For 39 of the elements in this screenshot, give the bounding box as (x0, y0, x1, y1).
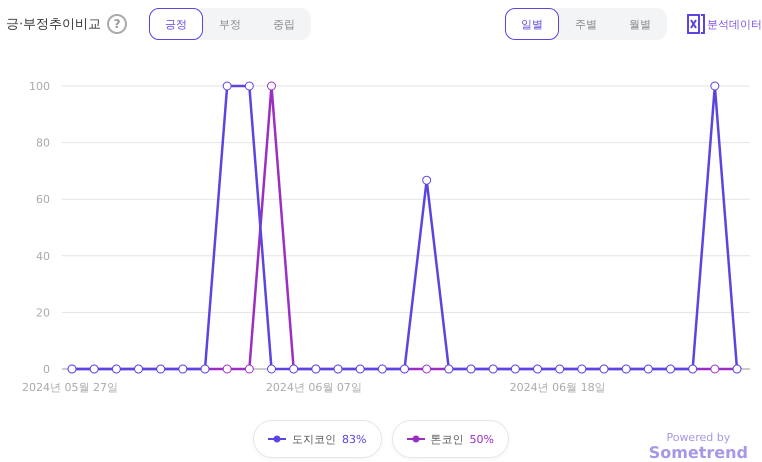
data-point (244, 82, 254, 90)
help-icon[interactable]: ? (107, 14, 128, 34)
sentiment-tab[interactable]: 부정 (203, 8, 258, 40)
data-point (422, 364, 432, 374)
data-point (222, 82, 232, 90)
chart-title: 긍·부정추이비교 (6, 16, 102, 33)
data-point (244, 364, 254, 374)
y-axis-label: 0 (43, 363, 50, 376)
period-tab[interactable]: 월별 (613, 8, 667, 40)
y-axis-label: 80 (36, 136, 50, 150)
period-tab[interactable]: 주별 (559, 8, 613, 40)
legend-label: 톤코인 (430, 432, 464, 446)
sentiment-tab[interactable]: 긍정 (149, 8, 204, 40)
period-tab[interactable]: 일별 (505, 8, 559, 40)
powered-by-text: Powered by (666, 431, 730, 444)
spreadsheet-icon (687, 13, 705, 35)
brand-logo: Sometrend (648, 444, 748, 462)
legend-share: 50% (470, 432, 494, 446)
export-link[interactable]: 분석데이터 (687, 13, 762, 35)
legend-item[interactable]: 톤코인 50% (392, 420, 509, 458)
y-axis-label: 20 (36, 306, 50, 320)
data-point (710, 364, 720, 374)
data-point (422, 176, 432, 185)
x-axis-label: 2024년 06월 07일 (266, 381, 362, 394)
sentiment-tab[interactable]: 중립 (257, 8, 312, 40)
data-point (222, 364, 232, 374)
legend-marker-icon (268, 435, 286, 443)
y-axis-label: 40 (36, 250, 50, 263)
x-axis-label: 2024년 06월 18일 (510, 381, 606, 394)
legend-item[interactable]: 도지코인 83% (253, 420, 382, 458)
data-point (267, 364, 276, 374)
legend-share: 83% (342, 432, 366, 446)
x-axis-label: 2024년 05월 27일 (22, 381, 118, 394)
data-point (710, 82, 720, 90)
y-axis-label: 60 (36, 193, 50, 206)
legend-label: 도지코인 (292, 432, 336, 446)
data-point (267, 82, 276, 90)
y-axis-label: 100 (29, 80, 50, 93)
legend-marker-icon (406, 435, 424, 443)
